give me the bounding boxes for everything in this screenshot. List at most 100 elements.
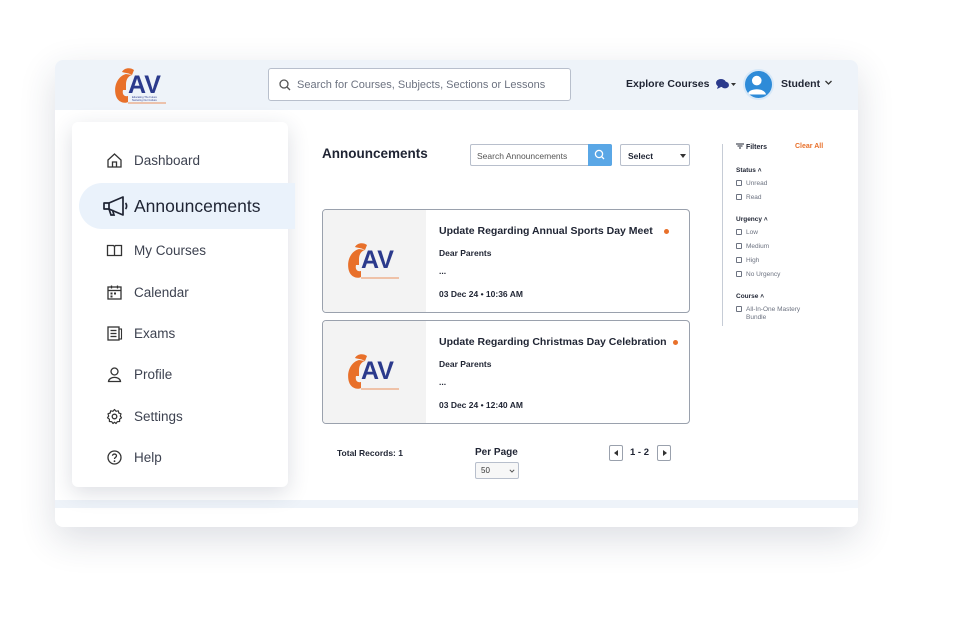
user-avatar-icon bbox=[747, 75, 766, 95]
sidebar-item-label: Help bbox=[134, 450, 162, 465]
brand-logo: AV bbox=[348, 243, 399, 279]
page-range: 1 - 2 bbox=[630, 447, 650, 458]
announcement-title[interactable]: Update Regarding Christmas Day Celebrati… bbox=[439, 336, 667, 348]
filters-title-text: Filters bbox=[745, 144, 767, 151]
announcement-greeting: Dear Parents bbox=[439, 359, 492, 369]
filter-option-label: No Urgency bbox=[746, 271, 781, 278]
filter-option-read[interactable]: Read bbox=[736, 194, 762, 201]
prev-page-button[interactable] bbox=[609, 445, 623, 461]
help-icon bbox=[107, 450, 122, 465]
explore-courses-link[interactable]: Explore Courses bbox=[626, 78, 709, 90]
user-name[interactable]: Student bbox=[781, 78, 820, 90]
page-title: Announcements bbox=[322, 146, 428, 161]
search-icon bbox=[279, 79, 291, 91]
sidebar-item-settings[interactable]: Settings bbox=[72, 398, 288, 434]
filter-group-urgency[interactable]: Urgency ˄ bbox=[736, 216, 768, 223]
footer-band bbox=[55, 500, 858, 508]
chat-icon[interactable] bbox=[715, 77, 737, 91]
prev-icon bbox=[614, 450, 618, 456]
filter-option-medium[interactable]: Medium bbox=[736, 243, 769, 250]
filter-option-label: Read bbox=[746, 194, 762, 201]
announcement-excerpt: ... bbox=[439, 377, 447, 387]
next-icon bbox=[663, 450, 667, 456]
announcement-card[interactable]: AV Update Regarding Annual Sports Day Me… bbox=[322, 209, 690, 313]
checkbox[interactable] bbox=[736, 257, 742, 263]
filter-option-unread[interactable]: Unread bbox=[736, 180, 767, 187]
filter-option-label: Low bbox=[746, 229, 758, 236]
chevron-up-icon: ˄ bbox=[760, 293, 765, 300]
announcement-thumbnail: AV bbox=[323, 321, 426, 423]
chevron-down-icon[interactable] bbox=[824, 78, 833, 87]
per-page-label: Per Page bbox=[475, 447, 518, 458]
filter-option-label: High bbox=[746, 257, 760, 264]
filter-option-label: Unread bbox=[746, 180, 768, 187]
megaphone-icon bbox=[103, 196, 128, 216]
sidebar-item-label: Announcements bbox=[134, 196, 261, 216]
next-page-button[interactable] bbox=[657, 445, 671, 461]
sidebar-item-calendar[interactable]: Calendar bbox=[72, 274, 288, 310]
svg-text:AV: AV bbox=[361, 246, 394, 274]
home-icon bbox=[107, 153, 122, 168]
top-bar: AV Educating The Future Nurturing Our Cu… bbox=[55, 60, 858, 110]
announcement-excerpt: ... bbox=[439, 266, 447, 276]
search-icon bbox=[594, 149, 605, 160]
filter-option-no-urgency[interactable]: No Urgency bbox=[736, 271, 780, 278]
caret-down-icon bbox=[680, 154, 686, 158]
filter-option-high[interactable]: High bbox=[736, 257, 759, 264]
sidebar-item-my-courses[interactable]: My Courses bbox=[72, 232, 288, 268]
filter-group-status[interactable]: Status ˄ bbox=[736, 167, 761, 174]
select-label: Select bbox=[628, 151, 654, 161]
svg-text:AV: AV bbox=[128, 71, 161, 99]
global-search-input[interactable] bbox=[297, 75, 565, 95]
sidebar-item-label: Calendar bbox=[134, 285, 189, 300]
checkbox[interactable] bbox=[736, 229, 742, 235]
svg-text:AV: AV bbox=[361, 357, 394, 385]
checkbox[interactable] bbox=[736, 180, 742, 186]
announcement-search-button[interactable] bbox=[588, 144, 612, 166]
brand-logo[interactable]: AV Educating The Future Nurturing Our Cu… bbox=[110, 66, 172, 106]
svg-text:Nurturing Our Culture: Nurturing Our Culture bbox=[132, 98, 157, 102]
clear-all-button[interactable]: Clear All bbox=[795, 143, 823, 150]
brand-logo: AV bbox=[348, 354, 399, 390]
announcement-card[interactable]: AV Update Regarding Christmas Day Celebr… bbox=[322, 320, 690, 424]
checkbox[interactable] bbox=[736, 271, 742, 277]
global-search[interactable] bbox=[268, 68, 571, 101]
sidebar-item-exams[interactable]: Exams bbox=[72, 315, 288, 351]
announcement-select[interactable]: Select bbox=[620, 144, 690, 166]
chevron-up-icon: ˄ bbox=[763, 216, 768, 223]
exam-icon bbox=[107, 326, 123, 341]
total-records: Total Records: 1 bbox=[337, 448, 403, 458]
avatar[interactable] bbox=[743, 69, 774, 100]
checkbox[interactable] bbox=[736, 306, 742, 312]
checkbox[interactable] bbox=[736, 194, 742, 200]
filter-option-low[interactable]: Low bbox=[736, 229, 758, 236]
filter-group-course[interactable]: Course ˄ bbox=[736, 293, 764, 300]
announcement-date: 03 Dec 24 • 10:36 AM bbox=[439, 289, 523, 299]
chevron-down-icon bbox=[509, 469, 515, 473]
sidebar-item-announcements[interactable]: Announcements bbox=[79, 183, 295, 229]
book-icon bbox=[106, 244, 123, 257]
sidebar-item-dashboard[interactable]: Dashboard bbox=[72, 142, 288, 178]
filter-option-course[interactable]: All-In-One Mastery Bundle bbox=[736, 306, 814, 322]
checkbox[interactable] bbox=[736, 243, 742, 249]
unread-dot bbox=[673, 340, 678, 345]
per-page-value: 50 bbox=[481, 466, 490, 475]
filter-option-label: All-In-One Mastery Bundle bbox=[746, 306, 801, 321]
sidebar-item-profile[interactable]: Profile bbox=[72, 356, 288, 392]
announcement-greeting: Dear Parents bbox=[439, 248, 492, 258]
user-icon bbox=[107, 367, 122, 383]
filter-group-label: Status bbox=[736, 167, 756, 174]
announcement-search-input[interactable] bbox=[477, 149, 587, 162]
chevron-up-icon: ˄ bbox=[757, 167, 762, 174]
gear-icon bbox=[106, 408, 123, 425]
calendar-icon bbox=[107, 285, 122, 300]
sidebar-item-help[interactable]: Help bbox=[72, 439, 288, 475]
announcement-date: 03 Dec 24 • 12:40 AM bbox=[439, 400, 523, 410]
sidebar-item-label: Profile bbox=[134, 367, 173, 382]
sidebar: Dashboard Announcements My Courses Calen… bbox=[72, 122, 295, 487]
announcement-title[interactable]: Update Regarding Annual Sports Day Meet bbox=[439, 225, 653, 237]
per-page-select[interactable]: 50 bbox=[475, 462, 519, 479]
sidebar-item-label: Exams bbox=[134, 326, 176, 341]
sidebar-item-label: My Courses bbox=[134, 243, 207, 258]
filter-group-label: Urgency bbox=[736, 216, 763, 223]
